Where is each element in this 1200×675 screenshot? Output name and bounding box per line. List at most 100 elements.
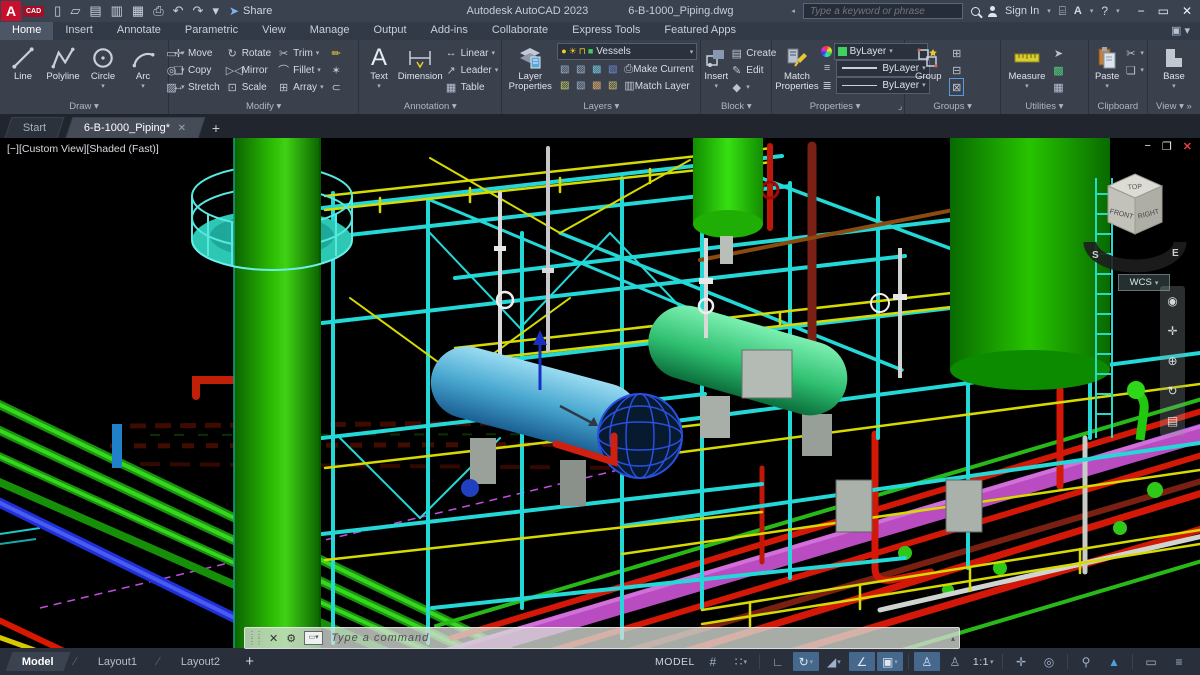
- tab-parametric[interactable]: Parametric: [173, 22, 250, 40]
- tab-home[interactable]: Home: [0, 22, 54, 40]
- file-tab-active[interactable]: 6-B-1000_Piping* ✕: [65, 117, 206, 138]
- annotation-linear-button[interactable]: ↔ Linear ▾: [445, 45, 499, 61]
- layer-properties-button[interactable]: Layer Properties: [505, 43, 555, 92]
- sign-in-button[interactable]: Sign In: [1005, 5, 1039, 17]
- match-properties-button[interactable]: Match Properties: [775, 43, 819, 92]
- quick-calc-button[interactable]: ▩: [1052, 62, 1065, 78]
- save-icon[interactable]: ▤: [89, 0, 101, 22]
- graphics-performance-button[interactable]: ▲: [1101, 652, 1127, 671]
- command-input[interactable]: Type a command: [331, 632, 429, 644]
- viewport-controls-label[interactable]: [−][Custom View][Shaded (Fast)]: [7, 143, 159, 155]
- group-selection-button[interactable]: ⊠: [949, 78, 965, 96]
- draw-line-button[interactable]: Line: [3, 43, 43, 92]
- tab-manage[interactable]: Manage: [298, 22, 362, 40]
- command-wrench-icon[interactable]: ⚙: [282, 632, 300, 645]
- draw-circle-button[interactable]: Circle ▾: [83, 43, 123, 92]
- navbar-pan-icon[interactable]: ✛: [1167, 324, 1177, 338]
- isometric-drafting-button[interactable]: ◢ ▾: [821, 652, 847, 671]
- insert-block-button[interactable]: Insert ▾: [704, 43, 728, 92]
- draw-polyline-button[interactable]: Polyline: [43, 43, 83, 92]
- navbar-orbit-icon[interactable]: ↻: [1167, 384, 1177, 398]
- drawing-close-button[interactable]: ✕: [1183, 140, 1192, 153]
- groups-panel-label[interactable]: Groups ▾: [905, 101, 1000, 114]
- drawing-restore-button[interactable]: ❐: [1162, 140, 1172, 153]
- osnap-tracking-button[interactable]: ∠: [848, 652, 875, 671]
- tab-add-ins[interactable]: Add-ins: [419, 22, 480, 40]
- navbar-showmotion-icon[interactable]: ▤: [1167, 414, 1178, 428]
- tab-output[interactable]: Output: [362, 22, 419, 40]
- base-view-button[interactable]: Base ▾: [1156, 43, 1192, 92]
- layer-tool-icon[interactable]: ▨: [557, 80, 572, 91]
- command-line-grip[interactable]: ⋮⋮ ⋮⋮: [245, 631, 265, 646]
- share-button[interactable]: ➤ Share: [229, 4, 272, 18]
- layout-tab-model[interactable]: Model: [5, 652, 71, 671]
- grid-display-button[interactable]: #: [700, 652, 726, 671]
- new-layout-button[interactable]: +: [245, 653, 254, 670]
- ribbon-display-toggle[interactable]: ▣ ▾: [1161, 22, 1200, 40]
- layer-tool-icon[interactable]: ▩: [589, 80, 604, 91]
- layer-tool-icon[interactable]: ▨: [605, 80, 620, 91]
- layers-panel-label[interactable]: Layers ▾: [502, 101, 700, 114]
- isolate-objects-button[interactable]: ◎: [1036, 652, 1062, 671]
- offset-button[interactable]: ⊂: [330, 79, 343, 95]
- annotation-visibility-button[interactable]: ♙: [913, 652, 940, 671]
- layer-tool-icon[interactable]: ▨: [573, 64, 588, 75]
- redo-icon[interactable]: ↷: [193, 0, 204, 22]
- tab-collaborate[interactable]: Collaborate: [480, 22, 560, 40]
- minimize-button[interactable]: −: [1138, 4, 1145, 18]
- app-store-icon[interactable]: ⌸: [1059, 4, 1066, 19]
- explode-button[interactable]: ✶: [330, 62, 343, 78]
- modify-mirror-button[interactable]: ▷◁ Mirror: [226, 62, 271, 78]
- navbar-zoom-icon[interactable]: ⊕: [1167, 354, 1177, 368]
- customization-button[interactable]: ≡: [1166, 652, 1192, 671]
- help-caret[interactable]: ▾: [1116, 7, 1120, 15]
- snap-mode-button[interactable]: ∷ ▾: [728, 652, 754, 671]
- viewcube[interactable]: S E TOP FRONT RIGHT: [1080, 156, 1190, 286]
- block-edit-button[interactable]: ✎ Edit: [730, 62, 776, 78]
- layer-tool-icon[interactable]: ▧: [557, 64, 572, 75]
- modify-copy-button[interactable]: ❏ Copy: [172, 62, 220, 78]
- autoscale-button[interactable]: ♙: [942, 652, 968, 671]
- measure-button[interactable]: Measure ▾: [1004, 43, 1050, 92]
- search-input[interactable]: [807, 4, 958, 18]
- block-panel-label[interactable]: Block ▾: [701, 101, 771, 114]
- tab-view[interactable]: View: [250, 22, 298, 40]
- layers-match-layer-button[interactable]: ▥Match Layer: [624, 79, 689, 92]
- view-panel-label[interactable]: View ▾ »: [1148, 101, 1200, 114]
- layer-tool-icon[interactable]: ▩: [589, 64, 604, 75]
- command-history-icon[interactable]: ▭▾: [304, 631, 324, 645]
- sign-in-caret-icon[interactable]: ▾: [1047, 7, 1051, 15]
- command-line[interactable]: ⋮⋮ ⋮⋮ ✕ ⚙ ▭▾ Type a command ▴: [244, 627, 960, 649]
- autodesk-app-caret[interactable]: ▾: [1090, 7, 1094, 15]
- modify-rotate-button[interactable]: ↻ Rotate: [226, 45, 272, 61]
- file-tab-start[interactable]: Start: [4, 117, 65, 138]
- layers-make-current-button[interactable]: ⎙Make Current: [624, 63, 693, 76]
- save-as-icon[interactable]: ▥: [111, 0, 123, 22]
- modify-stretch-button[interactable]: ↔ Stretch: [172, 79, 220, 95]
- plot-icon[interactable]: ▦: [132, 0, 144, 22]
- copy-clip-button[interactable]: ❏ ▾: [1124, 62, 1144, 78]
- workspace-crosshair-button[interactable]: ✛: [1008, 652, 1034, 671]
- autocad-logo[interactable]: A: [1, 1, 21, 21]
- ungroup-button[interactable]: ⊟: [950, 62, 963, 78]
- open-folder-icon[interactable]: ▱: [70, 0, 80, 22]
- layer-tool-icon[interactable]: ▧: [605, 64, 620, 75]
- file-tab-close-icon[interactable]: ✕: [178, 123, 186, 134]
- clean-screen-button[interactable]: ▭: [1138, 652, 1164, 671]
- modify-scale-button[interactable]: ⊡ Scale: [226, 79, 271, 95]
- search-icon[interactable]: [970, 6, 980, 16]
- annotation-panel-label[interactable]: Annotation ▾: [359, 101, 501, 114]
- annotation-scale-button[interactable]: 1:1 ▾: [970, 652, 997, 671]
- search-collapse-icon[interactable]: ◂: [791, 7, 795, 15]
- close-button[interactable]: ✕: [1182, 4, 1192, 18]
- help-icon[interactable]: ?: [1101, 4, 1108, 18]
- tab-featured-apps[interactable]: Featured Apps: [652, 22, 748, 40]
- command-recent-icon[interactable]: ▴: [951, 634, 959, 643]
- modify-array-button[interactable]: ⊞ Array ▾: [277, 79, 324, 95]
- tab-annotate[interactable]: Annotate: [105, 22, 173, 40]
- block-create-button[interactable]: ▤ Create: [730, 45, 777, 61]
- layout-tab-layout1[interactable]: Layout1: [81, 652, 153, 671]
- modify-panel-label[interactable]: Modify ▾: [169, 101, 358, 114]
- ortho-button[interactable]: ∟: [765, 652, 791, 671]
- autodesk-app-icon[interactable]: A: [1074, 5, 1082, 17]
